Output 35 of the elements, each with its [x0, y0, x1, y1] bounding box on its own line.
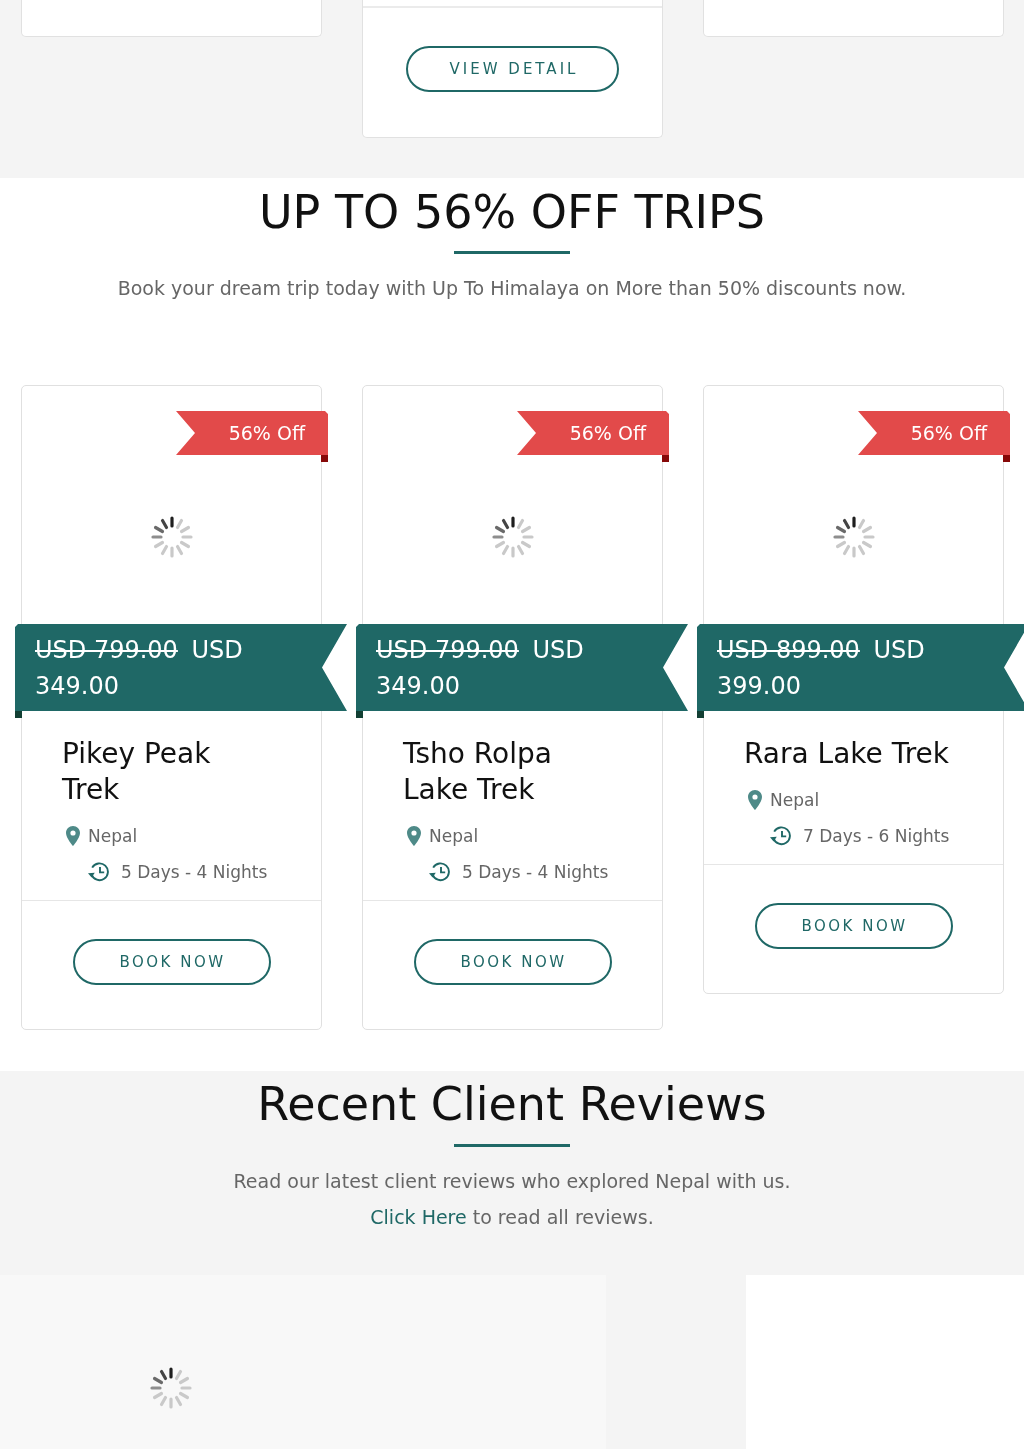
view-detail-button[interactable]: VIEW DETAIL [406, 46, 619, 92]
section-subtitle: Book your dream trip today with Up To Himalaya on More than 50% discounts now. [116, 276, 908, 301]
book-now-button[interactable]: BOOK NOW [754, 903, 953, 949]
location-pin-icon [66, 826, 80, 846]
loading-spinner-icon [150, 516, 193, 558]
trip-title: Pikey Peak Trek [62, 736, 212, 808]
clock-icon [769, 826, 791, 846]
section-title: Recent Client Reviews [256, 1076, 768, 1132]
book-now-button[interactable]: BOOK NOW [413, 939, 612, 985]
location-text: Nepal [88, 826, 138, 846]
duration-text: 5 Days - 4 Nights [462, 862, 609, 882]
clock-icon [87, 862, 109, 882]
discount-ribbon: 56% Off [858, 411, 1010, 462]
loading-spinner-icon [150, 1367, 192, 1409]
price-text: USD 799.00 USD 349.00 [376, 635, 585, 702]
duration-text: 5 Days - 4 Nights [121, 862, 268, 882]
trip-title: Tsho Rolpa Lake Trek [403, 736, 553, 808]
discount-ribbon: 56% Off [517, 411, 669, 462]
reviews-intro: Read our latest client reviews who explored Nepal with us. [232, 1169, 792, 1194]
location-pin-icon [748, 790, 762, 810]
reviews-note: Click Here to read all reviews. [369, 1205, 655, 1230]
price-text: USD 899.00 USD 399.00 [717, 635, 926, 702]
loading-spinner-icon [491, 516, 534, 558]
location-pin-icon [407, 826, 421, 846]
duration-text: 7 Days - 6 Nights [803, 826, 950, 846]
location-text: Nepal [429, 826, 479, 846]
section-title: UP TO 56% OFF TRIPS [257, 184, 767, 240]
price-text: USD 799.00 USD 349.00 [35, 635, 244, 702]
trip-title: Rara Lake Trek [744, 736, 950, 772]
clock-icon [428, 862, 450, 882]
loading-spinner-icon [832, 516, 875, 558]
discount-ribbon: 56% Off [176, 411, 328, 462]
book-now-button[interactable]: BOOK NOW [72, 939, 271, 985]
reviews-link[interactable]: Click Here [370, 1206, 467, 1228]
location-text: Nepal [770, 790, 820, 810]
